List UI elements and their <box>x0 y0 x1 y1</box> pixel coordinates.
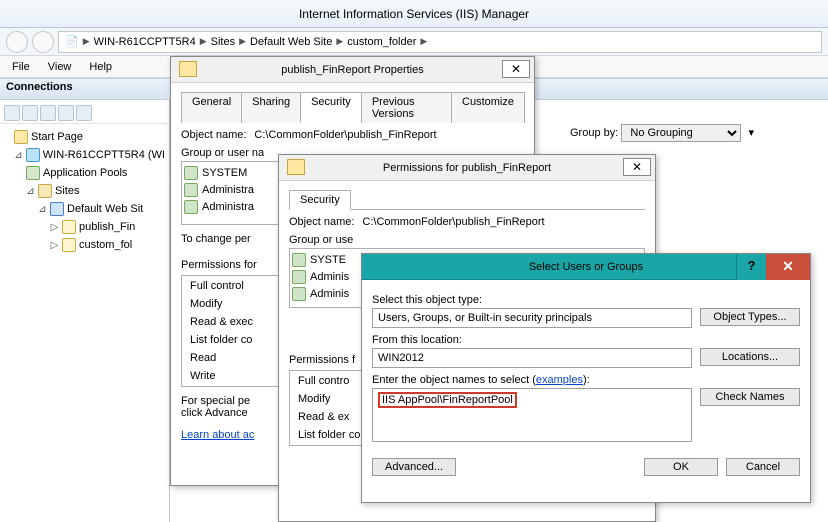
select-users-body: Select this object type: Users, Groups, … <box>362 280 810 450</box>
chevron-right-icon: ▶ <box>200 36 207 47</box>
tree-app-pools[interactable]: Application Pools <box>4 164 165 182</box>
properties-title: publish_FinReport Properties <box>281 64 423 76</box>
breadcrumb-item[interactable]: WIN-R61CCPTT5R4 <box>94 36 196 48</box>
main-titlebar: Internet Information Services (IIS) Mana… <box>0 0 828 28</box>
location-label: From this location: <box>372 334 800 346</box>
cancel-button[interactable]: Cancel <box>726 458 800 476</box>
select-users-title: Select Users or Groups <box>529 261 643 273</box>
group-users-label: Group or use <box>289 234 645 246</box>
folder-icon <box>62 220 76 234</box>
object-type-field: Users, Groups, or Built-in security prin… <box>372 308 692 328</box>
user-icon <box>292 253 306 267</box>
collapse-icon[interactable]: ⊿ <box>38 204 47 215</box>
folder-icon <box>62 238 76 252</box>
close-button[interactable]: ✕ <box>502 60 530 78</box>
object-type-label: Select this object type: <box>372 294 800 306</box>
locations-button[interactable]: Locations... <box>700 348 800 366</box>
tree: Start Page ⊿WIN-R61CCPTT5R4 (WI Applicat… <box>0 124 169 258</box>
collapse-icon[interactable]: ⊿ <box>26 186 35 197</box>
server-icon <box>26 148 40 162</box>
group-by-label: Group by: <box>570 127 618 139</box>
object-names-input[interactable]: IIS AppPool\FinReportPool <box>372 388 692 442</box>
menu-file[interactable]: File <box>4 59 38 75</box>
user-icon <box>292 270 306 284</box>
tree-default-site[interactable]: ⊿Default Web Sit <box>4 200 165 218</box>
object-types-button[interactable]: Object Types... <box>700 308 800 326</box>
close-button[interactable]: ✕ <box>623 158 651 176</box>
chevron-right-icon: ▶ <box>239 36 246 47</box>
help-button[interactable]: ? <box>736 254 766 280</box>
select-users-titlebar: Select Users or Groups ? ✕ <box>362 254 810 280</box>
group-by: Group by: No Grouping ▾ <box>570 124 754 142</box>
tab-sharing[interactable]: Sharing <box>241 92 301 123</box>
save-icon[interactable] <box>22 105 38 121</box>
object-names-value: IIS AppPool\FinReportPool <box>378 392 517 408</box>
tab-previous-versions[interactable]: Previous Versions <box>361 92 452 123</box>
folder-icon <box>287 159 305 175</box>
menu-view[interactable]: View <box>40 59 80 75</box>
expand-icon[interactable]: ▷ <box>50 240 59 251</box>
tree-server[interactable]: ⊿WIN-R61CCPTT5R4 (WI <box>4 146 165 164</box>
breadcrumb-item[interactable]: Sites <box>211 36 235 48</box>
folder-icon <box>179 61 197 77</box>
nav-back-icon[interactable] <box>6 31 28 53</box>
properties-titlebar: publish_FinReport Properties ✕ <box>171 57 534 83</box>
bookmark-icon[interactable] <box>58 105 74 121</box>
check-names-button[interactable]: Check Names <box>700 388 800 406</box>
user-icon <box>184 183 198 197</box>
permissions-title: Permissions for publish_FinReport <box>383 162 551 174</box>
expand-icon[interactable]: ▷ <box>50 222 59 233</box>
sidebar: Start Page ⊿WIN-R61CCPTT5R4 (WI Applicat… <box>0 100 170 522</box>
sites-icon <box>38 184 52 198</box>
group-by-menu-icon[interactable]: ▾ <box>748 127 754 139</box>
refresh-icon[interactable] <box>40 105 56 121</box>
sidebar-toolbar <box>0 102 169 124</box>
connect-icon[interactable] <box>4 105 20 121</box>
learn-link[interactable]: Learn about ac <box>181 429 254 441</box>
nav-toolbar: 📄 ▶ WIN-R61CCPTT5R4 ▶ Sites ▶ Default Web S… <box>0 28 828 56</box>
tab-customize[interactable]: Customize <box>451 92 525 123</box>
main-title: Internet Information Services (IIS) Mana… <box>299 7 529 21</box>
breadcrumb-root-icon: 📄 <box>65 35 79 48</box>
advanced-button[interactable]: Advanced... <box>372 458 456 476</box>
object-name-value: C:\CommonFolder\publish_FinReport <box>254 129 436 141</box>
object-name-label: Object name: <box>181 129 246 141</box>
object-names-label: Enter the object names to select (exampl… <box>372 374 800 386</box>
chevron-right-icon: ▶ <box>83 36 90 47</box>
location-field: WIN2012 <box>372 348 692 368</box>
menu-help[interactable]: Help <box>81 59 120 75</box>
object-name-value: C:\CommonFolder\publish_FinReport <box>362 216 544 228</box>
user-icon <box>184 166 198 180</box>
user-icon <box>292 287 306 301</box>
breadcrumb[interactable]: 📄 ▶ WIN-R61CCPTT5R4 ▶ Sites ▶ Default Web S… <box>58 31 822 53</box>
close-button[interactable]: ✕ <box>766 254 810 280</box>
tree-custom-folder[interactable]: ▷custom_fol <box>4 236 165 254</box>
tree-start-page[interactable]: Start Page <box>4 128 165 146</box>
breadcrumb-item[interactable]: custom_folder <box>347 36 416 48</box>
group-by-select[interactable]: No Grouping <box>621 124 741 142</box>
select-users-footer: Advanced... OK Cancel <box>362 450 810 484</box>
tab-security[interactable]: Security <box>289 190 351 210</box>
tree-publish-fin[interactable]: ▷publish_Fin <box>4 218 165 236</box>
user-icon <box>184 200 198 214</box>
permissions-titlebar: Permissions for publish_FinReport ✕ <box>279 155 655 181</box>
breadcrumb-item[interactable]: Default Web Site <box>250 36 332 48</box>
chevron-right-icon: ▶ <box>420 36 427 47</box>
tab-general[interactable]: General <box>181 92 242 123</box>
tree-sites[interactable]: ⊿Sites <box>4 182 165 200</box>
nav-forward-icon[interactable] <box>32 31 54 53</box>
object-name-label: Object name: <box>289 216 354 228</box>
ok-button[interactable]: OK <box>644 458 718 476</box>
app-pool-icon <box>26 166 40 180</box>
chevron-right-icon: ▶ <box>336 36 343 47</box>
tab-security[interactable]: Security <box>300 92 362 123</box>
collapse-icon[interactable]: ⊿ <box>14 150 23 161</box>
globe-icon <box>50 202 64 216</box>
stop-icon[interactable] <box>76 105 92 121</box>
home-icon <box>14 130 28 144</box>
properties-tabs: General Sharing Security Previous Versio… <box>181 91 524 123</box>
examples-link[interactable]: examples <box>536 374 583 386</box>
select-users-dialog: Select Users or Groups ? ✕ Select this o… <box>361 253 811 503</box>
